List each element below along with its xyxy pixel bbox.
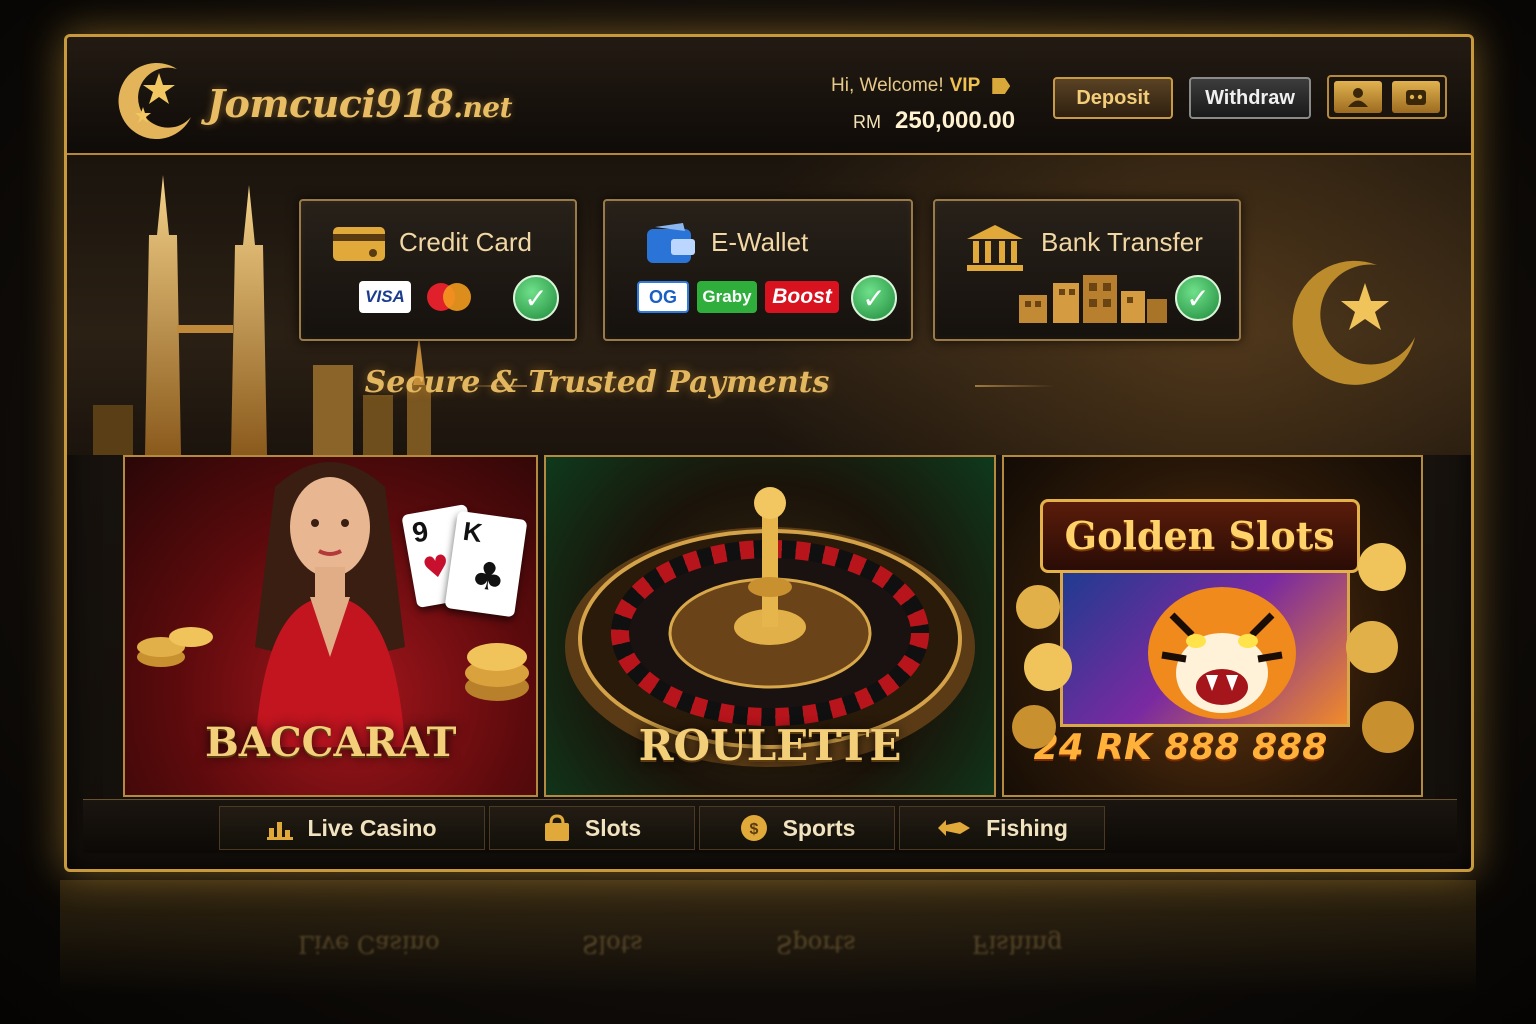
playing-card-k: K ♣ (444, 510, 528, 618)
nav-item-live-casino[interactable]: Live Casino (219, 806, 485, 850)
reflection-live-casino: Live Casino (298, 930, 440, 958)
roulette-label: ROULETTE (638, 721, 902, 770)
bank-buildings-icon (1019, 275, 1167, 323)
e-wallet-label: E-Wallet (711, 227, 809, 257)
game-tile-golden-slots[interactable]: Golden Slots 24 RK 888 888 (1001, 455, 1423, 797)
welcome-message: Hi, Welcome! VIP (831, 75, 1011, 97)
wallet-button[interactable] (1392, 81, 1440, 113)
gold-coins-right-icon (1345, 543, 1414, 753)
casino-window: Jomcuci918.net Hi, Welcome! VIP RM 250,0… (64, 34, 1474, 872)
nav-item-fishing[interactable]: Fishing (899, 806, 1105, 850)
credit-card-icon (333, 227, 385, 261)
e-wallet-check-icon: ✓ (851, 275, 897, 321)
coin-icon: $ (740, 815, 767, 841)
svg-text:$: $ (749, 821, 758, 838)
visa-badge: VISA (359, 281, 411, 313)
reflection-fishing: Fishing (972, 930, 1063, 958)
profile-button[interactable] (1334, 81, 1382, 113)
logo-name: Jomcuci918 (207, 81, 454, 126)
bag-icon (544, 814, 569, 841)
slot-jackpot-banner: 24 RK 888 888 (1033, 727, 1328, 768)
fish-icon (938, 820, 971, 836)
welcome-text: Hi, Welcome! (831, 75, 944, 96)
vip-label: VIP (949, 75, 981, 96)
secure-payments-tagline: Secure & Trusted Payments (364, 365, 830, 400)
withdraw-button[interactable]: Withdraw (1189, 77, 1311, 119)
site-logo[interactable]: Jomcuci918.net (207, 81, 513, 126)
credit-card-label: Credit Card (399, 227, 532, 257)
baccarat-label: BACCARAT (204, 719, 457, 766)
top-header: Jomcuci918.net Hi, Welcome! VIP RM 250,0… (67, 37, 1471, 155)
fishing-label: Fishing (986, 814, 1068, 841)
bank-transfer-check-icon: ✓ (1175, 275, 1221, 321)
reflection-sports: Sports (776, 930, 856, 958)
golden-slots-label: Golden Slots (1039, 499, 1360, 573)
payment-card-e-wallet[interactable]: E-Wallet OG Graby Boost ✓ (603, 199, 913, 341)
wallet-icon (1406, 90, 1426, 105)
user-icon (1348, 88, 1368, 107)
dealer-portrait (255, 462, 405, 747)
crescent-moon-icon (1292, 260, 1415, 385)
logo-suffix: .net (453, 91, 513, 124)
balance-amount: 250,000.00 (895, 107, 1016, 134)
slots-label: Slots (584, 814, 642, 841)
nav-item-slots[interactable]: Slots (489, 806, 695, 850)
e-wallet-icon (647, 223, 695, 263)
game-tile-roulette[interactable]: ROULETTE (544, 455, 996, 797)
tiger-icon (1147, 587, 1296, 719)
boost-badge: Boost (765, 281, 839, 313)
e-wallet-badges: OG Graby Boost (637, 281, 839, 313)
graby-badge: Graby (697, 281, 757, 313)
sports-label: Sports (782, 814, 856, 841)
game-tiles: 9 ♥ K ♣ BACCARAT ROULETTE Golden Slots 2… (123, 455, 1423, 797)
category-nav: Live Casino Slots $ Sports Fishing (83, 799, 1457, 853)
live-casino-icon (267, 822, 294, 840)
vip-tag-icon (992, 78, 1011, 94)
deposit-button[interactable]: Deposit (1053, 77, 1173, 119)
floor-reflection (60, 880, 1476, 1024)
payments-banner: Credit Card VISA ✓ E-Wallet OG Graby Boo… (67, 155, 1471, 455)
mastercard-icon (427, 283, 471, 311)
live-casino-label: Live Casino (307, 814, 437, 841)
gold-coins-left-icon (1011, 585, 1072, 749)
balance-currency: RM (853, 112, 881, 132)
credit-card-badges: VISA (359, 281, 479, 313)
account-balance: RM 250,000.00 (853, 107, 1015, 135)
reflection-slots: Slots (582, 930, 643, 958)
club-suit-icon: ♣ (468, 552, 509, 601)
credit-card-check-icon: ✓ (513, 275, 559, 321)
payment-card-bank-transfer[interactable]: Bank Transfer ✓ (933, 199, 1241, 341)
payment-card-credit-card[interactable]: Credit Card VISA ✓ (299, 199, 577, 341)
bank-icon (967, 225, 1023, 271)
tagline-divider-right (975, 385, 1055, 387)
gold-chips-icon (465, 643, 529, 701)
og-badge: OG (637, 281, 689, 313)
gold-coins-icon (137, 627, 213, 667)
game-tile-baccarat[interactable]: 9 ♥ K ♣ BACCARAT (123, 455, 539, 797)
bank-transfer-label: Bank Transfer (1041, 227, 1203, 257)
nav-item-sports[interactable]: $ Sports (699, 806, 895, 850)
header-icon-group (1327, 75, 1447, 119)
crescent-star-logo-icon (118, 63, 191, 140)
